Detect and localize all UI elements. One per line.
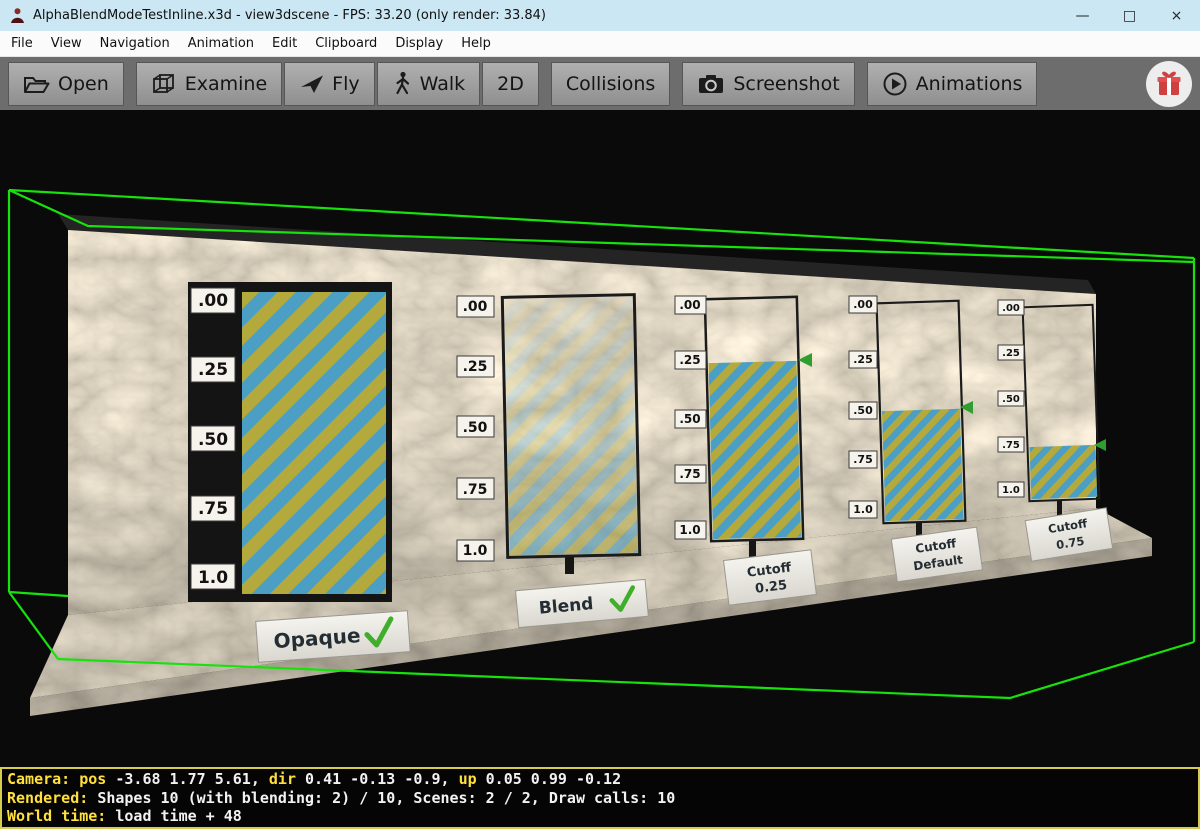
svg-text:1.0: 1.0 xyxy=(1002,485,1020,496)
gift-icon xyxy=(1154,69,1184,99)
svg-text:.00: .00 xyxy=(853,298,873,311)
svg-text:1.0: 1.0 xyxy=(853,503,873,516)
menu-navigation[interactable]: Navigation xyxy=(91,32,179,55)
walk-button[interactable]: Walk xyxy=(377,62,481,106)
svg-text:.75: .75 xyxy=(463,482,488,498)
open-folder-icon xyxy=(23,72,50,96)
status-bar: Camera: pos -3.68 1.77 5.61, dir 0.41 -0… xyxy=(0,767,1200,829)
svg-text:1.0: 1.0 xyxy=(463,543,488,559)
svg-text:1.0: 1.0 xyxy=(679,523,700,537)
close-button[interactable]: × xyxy=(1153,0,1200,31)
svg-text:.50: .50 xyxy=(679,412,700,426)
menu-display[interactable]: Display xyxy=(386,32,452,55)
panel-opaque: .00 .25 .50 .75 1.0 xyxy=(188,282,392,602)
svg-text:.00: .00 xyxy=(463,299,488,315)
svg-text:.25: .25 xyxy=(679,353,700,367)
toolbar-group-open: Open xyxy=(8,62,124,106)
status-world-time-line: World time: load time + 48 xyxy=(7,807,1193,826)
camera-icon xyxy=(697,72,725,96)
walk-person-icon xyxy=(392,71,412,96)
stripes-opaque xyxy=(242,292,386,594)
svg-text:.25: .25 xyxy=(463,359,488,375)
fly-label: Fly xyxy=(332,73,359,95)
menu-file[interactable]: File xyxy=(2,32,42,55)
collisions-label: Collisions xyxy=(566,73,655,95)
examine-label: Examine xyxy=(185,73,267,95)
status-camera-line: Camera: pos -3.68 1.77 5.61, dir 0.41 -0… xyxy=(7,770,1193,789)
stripes-blend xyxy=(504,297,637,556)
toolbar-group-screenshot: Screenshot xyxy=(682,62,854,106)
svg-text:.50: .50 xyxy=(198,430,228,450)
fly-button[interactable]: Fly xyxy=(284,62,374,106)
svg-text:.75: .75 xyxy=(853,453,873,466)
app-icon xyxy=(9,7,26,24)
2d-button[interactable]: 2D xyxy=(482,62,539,106)
window-title: AlphaBlendModeTestInline.x3d - view3dsce… xyxy=(33,8,546,23)
menu-view[interactable]: View xyxy=(42,32,91,55)
open-label: Open xyxy=(58,73,109,95)
menu-animation[interactable]: Animation xyxy=(179,32,263,55)
animations-button[interactable]: Animations xyxy=(867,62,1038,106)
animations-label: Animations xyxy=(916,73,1023,95)
cube-icon xyxy=(151,72,177,96)
stripes-cutoff-default xyxy=(882,409,963,521)
stripes-cutoff-075 xyxy=(1030,445,1098,499)
examine-button[interactable]: Examine xyxy=(136,62,282,106)
toolbar: Open Examine Fly xyxy=(0,57,1200,110)
svg-text:.50: .50 xyxy=(463,420,488,436)
stripes-cutoff-025 xyxy=(709,361,802,539)
menu-edit[interactable]: Edit xyxy=(263,32,306,55)
svg-text:.25: .25 xyxy=(1002,348,1020,359)
svg-text:.75: .75 xyxy=(198,499,228,519)
svg-text:.75: .75 xyxy=(1002,440,1020,451)
minimize-button[interactable]: — xyxy=(1059,0,1106,31)
status-rendered-line: Rendered: Shapes 10 (with blending: 2) /… xyxy=(7,789,1193,808)
toolbar-group-collisions: Collisions xyxy=(551,62,670,106)
svg-text:.00: .00 xyxy=(1002,303,1020,314)
3d-viewport[interactable]: .00 .25 .50 .75 1.0 .00 .25 xyxy=(0,110,1200,767)
svg-text:1.0: 1.0 xyxy=(198,568,228,588)
play-circle-icon xyxy=(882,71,908,97)
open-button[interactable]: Open xyxy=(8,62,124,106)
toolbar-group-animations: Animations xyxy=(867,62,1038,106)
svg-text:.50: .50 xyxy=(853,404,873,417)
menu-bar: File View Navigation Animation Edit Clip… xyxy=(0,31,1200,57)
screenshot-label: Screenshot xyxy=(733,73,839,95)
collisions-button[interactable]: Collisions xyxy=(551,62,670,106)
window-controls: — □ × xyxy=(1059,0,1200,31)
svg-text:.50: .50 xyxy=(1002,394,1020,405)
menu-help[interactable]: Help xyxy=(452,32,500,55)
svg-text:.00: .00 xyxy=(198,291,228,311)
svg-text:.00: .00 xyxy=(679,298,700,312)
scene-render: .00 .25 .50 .75 1.0 .00 .25 xyxy=(0,110,1200,767)
toolbar-group-navigation: Examine Fly Walk 2D xyxy=(136,62,539,106)
menu-clipboard[interactable]: Clipboard xyxy=(306,32,386,55)
svg-text:.25: .25 xyxy=(853,353,873,366)
2d-label: 2D xyxy=(497,73,524,95)
maximize-button[interactable]: □ xyxy=(1106,0,1153,31)
walk-label: Walk xyxy=(420,73,466,95)
donate-gift-button[interactable] xyxy=(1146,61,1192,107)
screenshot-button[interactable]: Screenshot xyxy=(682,62,854,106)
svg-text:.75: .75 xyxy=(679,467,700,481)
fly-icon xyxy=(299,72,324,96)
title-bar: AlphaBlendModeTestInline.x3d - view3dsce… xyxy=(0,0,1200,31)
svg-text:.25: .25 xyxy=(198,360,228,380)
